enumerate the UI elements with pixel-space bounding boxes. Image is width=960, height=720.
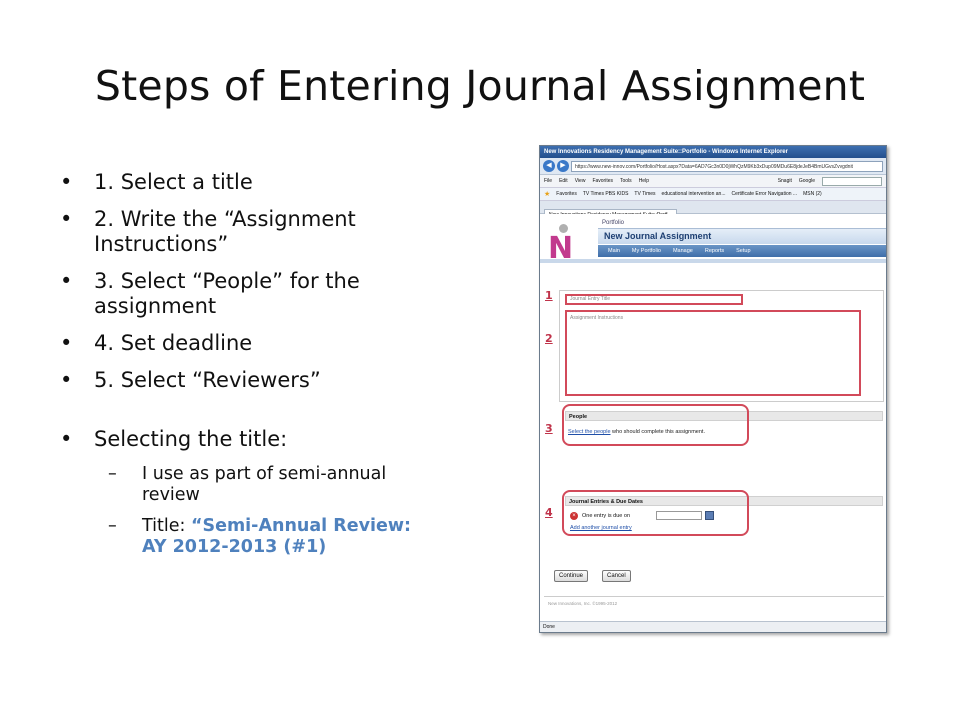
nav-my-portfolio[interactable]: My Portfolio: [632, 245, 661, 257]
menu-bar: File Edit View Favorites Tools Help Snag…: [540, 175, 886, 188]
bullet-item: 4. Set deadline: [60, 331, 470, 356]
cancel-button[interactable]: Cancel: [602, 570, 631, 582]
app-nav: Main My Portfolio Manage Reports Setup: [598, 245, 886, 257]
bullet-item: 3. Select “People” for the assignment: [60, 269, 470, 319]
star-icon: ★: [544, 191, 551, 198]
remove-icon[interactable]: ×: [570, 512, 578, 520]
page-header: New Journal Assignment: [598, 228, 886, 244]
google-search-input[interactable]: [822, 176, 882, 186]
bullet-item: 1. Select a title: [60, 170, 470, 195]
favorite-link[interactable]: Certificate Error Navigation ...: [731, 191, 797, 197]
browser-screenshot: New Innovations Residency Management Sui…: [539, 145, 887, 633]
google-label: Google: [798, 178, 815, 184]
step-number-2: 2: [545, 332, 553, 345]
people-highlight: [562, 404, 749, 446]
menu-item-favorites[interactable]: Favorites: [592, 178, 613, 184]
journal-title-input[interactable]: Journal Entry Title: [565, 294, 743, 305]
menu-item-tools[interactable]: Tools: [620, 178, 632, 184]
bullet-item: 5. Select “Reviewers”: [60, 368, 470, 393]
header-divider: [540, 259, 886, 263]
due-label: One entry is due on: [582, 513, 631, 519]
bullet-item: 2. Write the “Assignment Instructions”: [60, 207, 470, 257]
favorites-bar: ★ Favorites TV Times PBS KIDS TV Times e…: [540, 188, 886, 201]
footer-copyright: New Innovations, Inc. ©1995-2012: [548, 601, 618, 606]
favorite-link[interactable]: educational intervention an...: [662, 191, 726, 197]
nav-manage[interactable]: Manage: [673, 245, 693, 257]
menu-item-file[interactable]: File: [544, 178, 552, 184]
address-input[interactable]: https://www.new-innov.com/Portfolio/Host…: [571, 160, 883, 172]
instructions-textarea[interactable]: Assignment Instructions: [565, 310, 861, 396]
menu-item-help[interactable]: Help: [639, 178, 649, 184]
sub-bullet: I use as part of semi-annual review: [100, 464, 440, 506]
app-page: N Portfolio New Journal Assignment Main …: [540, 214, 886, 620]
nav-setup[interactable]: Setup: [736, 245, 750, 257]
menu-item-edit[interactable]: Edit: [559, 178, 568, 184]
select-people-link[interactable]: Select the people: [568, 429, 611, 435]
people-text: who should complete this assignment.: [610, 429, 705, 435]
continue-button[interactable]: Continue: [554, 570, 589, 582]
bullet-item: Selecting the title:: [60, 427, 470, 452]
people-row: Select the people who should complete th…: [568, 429, 705, 435]
favorite-link[interactable]: TV Times: [634, 191, 655, 197]
bullet-list: 1. Select a title 2. Write the “Assignme…: [60, 170, 470, 568]
menu-item-view[interactable]: View: [575, 178, 586, 184]
snagit-button[interactable]: Snagit: [778, 178, 792, 184]
step-number-3: 3: [545, 422, 553, 435]
footer-divider: [544, 596, 884, 597]
breadcrumb: Portfolio: [602, 220, 625, 226]
step-number-1: 1: [545, 289, 553, 302]
address-bar: ◀ ▶ https://www.new-innov.com/Portfolio/…: [540, 158, 886, 175]
window-title: New Innovations Residency Management Sui…: [540, 146, 886, 158]
nav-reports[interactable]: Reports: [705, 245, 724, 257]
sub-bullet: Title: “Semi-Annual Review: AY 2012-2013…: [100, 516, 440, 558]
due-row: × One entry is due on: [570, 512, 630, 520]
forward-icon[interactable]: ▶: [557, 160, 569, 172]
favorite-link[interactable]: MSN (2): [803, 191, 822, 197]
status-bar: Done: [540, 621, 886, 632]
back-icon[interactable]: ◀: [543, 160, 555, 172]
tab-bar: New Innovations Residency Management Sui…: [540, 201, 886, 220]
favorite-link[interactable]: TV Times PBS KIDS: [583, 191, 629, 197]
nav-main[interactable]: Main: [608, 245, 620, 257]
add-journal-entry-link[interactable]: Add another journal entry: [570, 525, 632, 531]
calendar-icon[interactable]: [705, 511, 714, 520]
favorites-button[interactable]: Favorites: [556, 191, 577, 197]
slide-title: Steps of Entering Journal Assignment: [94, 62, 866, 110]
due-date-input[interactable]: [656, 511, 702, 520]
sub-bullet-prefix: Title:: [142, 516, 191, 536]
step-number-4: 4: [545, 506, 553, 519]
